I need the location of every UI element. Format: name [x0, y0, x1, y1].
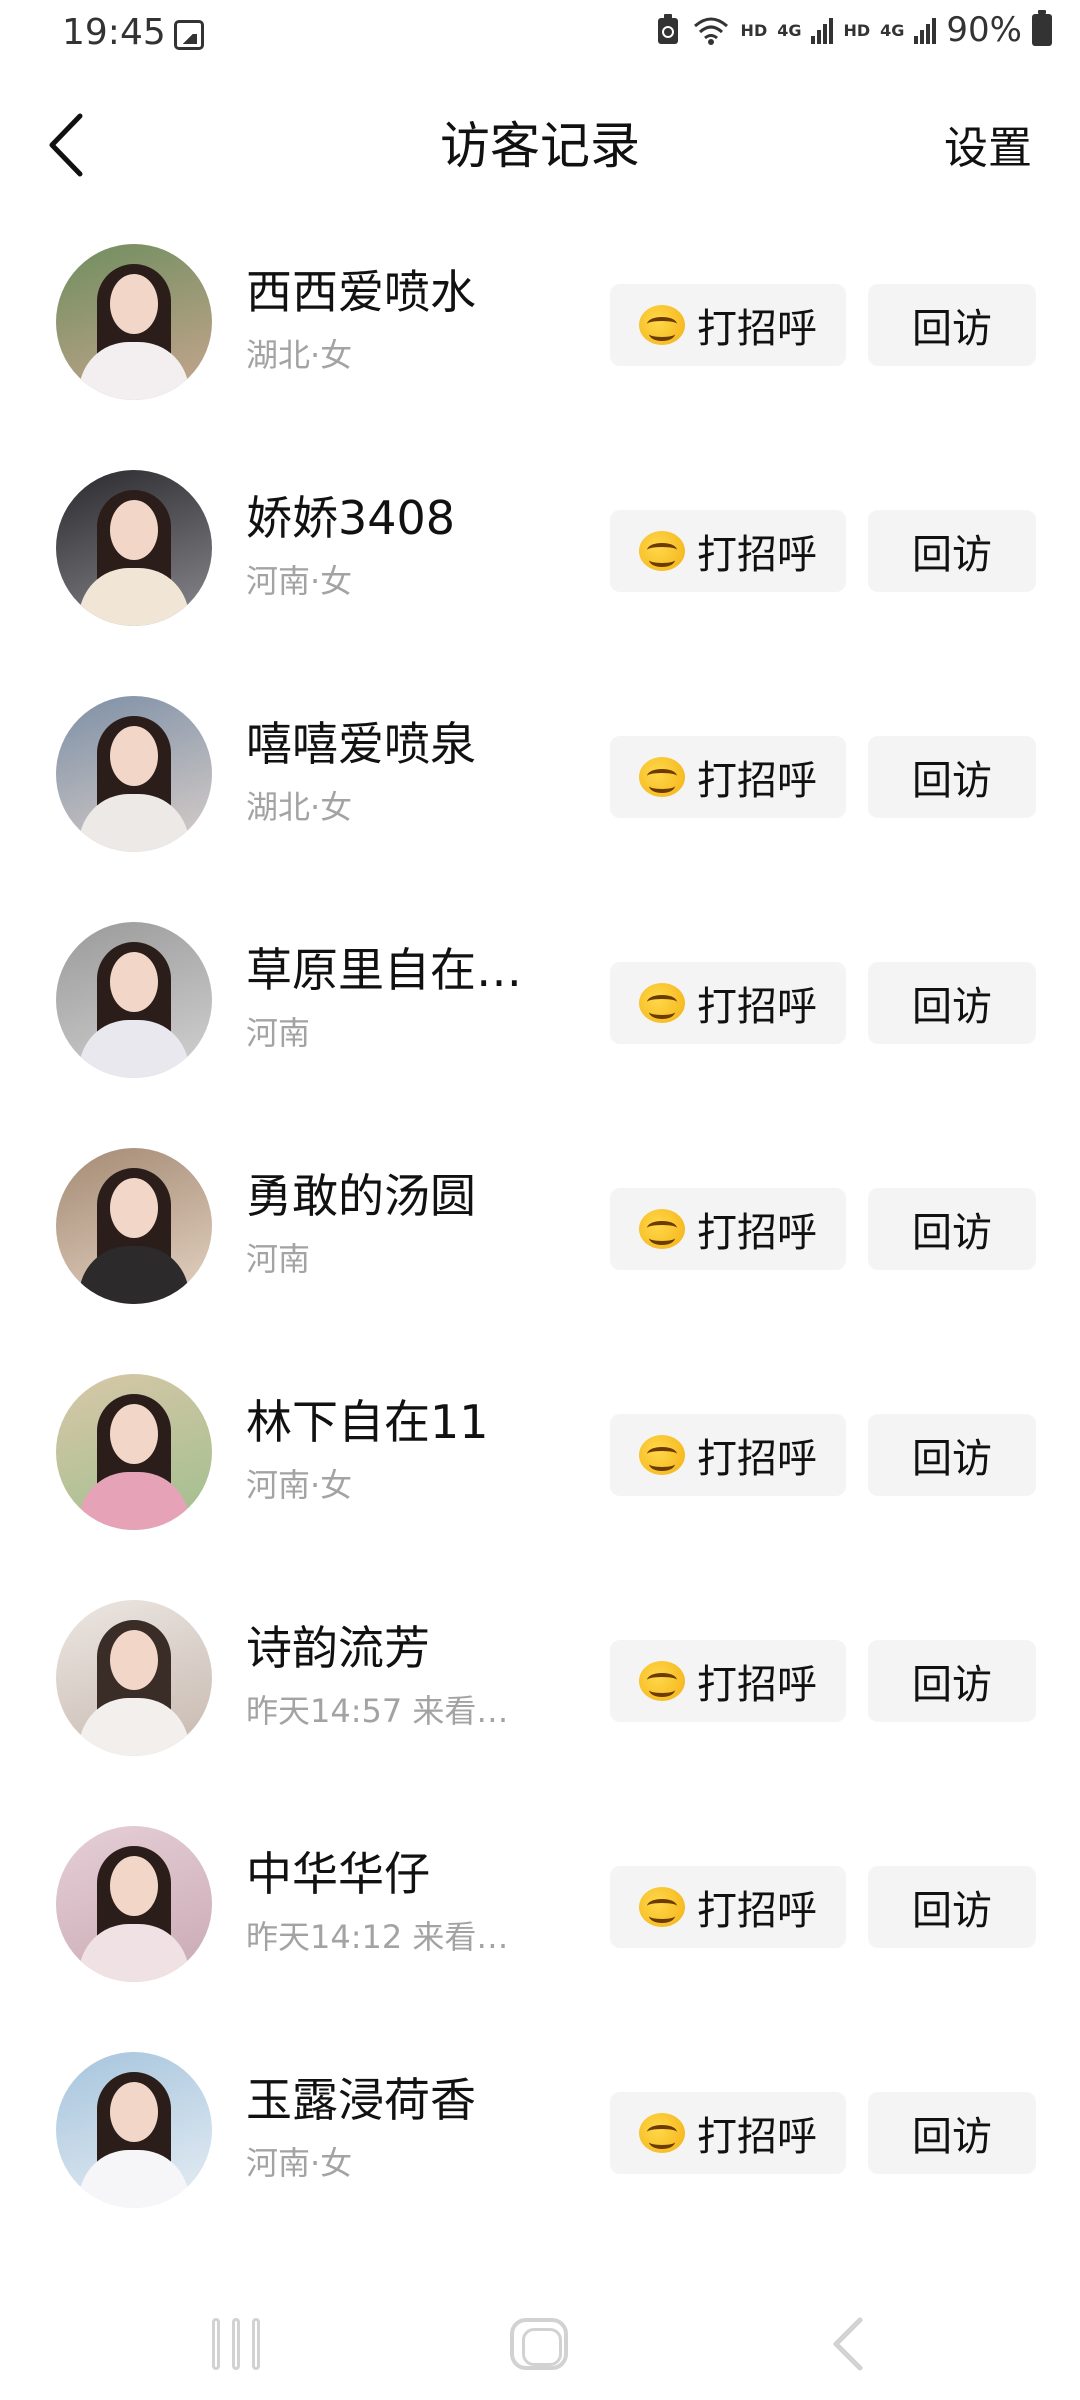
revisit-button[interactable]: 回访: [868, 510, 1036, 592]
visitor-name[interactable]: 嘻嘻爱喷泉: [246, 708, 476, 774]
greet-label: 打招呼: [697, 758, 817, 804]
smile-emoji-icon: [639, 1661, 685, 1701]
gallery-notification-icon: [174, 20, 204, 50]
visitor-row[interactable]: 诗韵流芳 昨天14:57 来看… 打招呼 回访: [0, 1574, 1080, 1800]
smile-emoji-icon: [639, 531, 685, 571]
status-icons: HD 4G HD 4G 90%: [655, 10, 1052, 50]
greet-button[interactable]: 打招呼: [610, 736, 846, 818]
signal-icon-1: [811, 16, 834, 44]
greet-label: 打招呼: [697, 1210, 817, 1256]
visitor-info: 河南: [246, 1240, 311, 1278]
revisit-button[interactable]: 回访: [868, 1866, 1036, 1948]
status-bar: 19:45 HD 4G HD 4G 90%: [0, 0, 1080, 70]
visitor-info: 昨天14:57 来看…: [246, 1692, 509, 1730]
greet-button[interactable]: 打招呼: [610, 2092, 846, 2174]
page-title: 访客记录: [440, 117, 640, 175]
avatar[interactable]: [56, 922, 212, 1078]
revisit-button[interactable]: 回访: [868, 2092, 1036, 2174]
visitor-name[interactable]: 西西爱喷水: [246, 256, 476, 322]
network-type-1: 4G: [777, 20, 802, 40]
signal-icon-2: [914, 16, 937, 44]
visitor-name[interactable]: 草原里自在…: [246, 934, 522, 1000]
visitor-name[interactable]: 中华华仔: [246, 1838, 430, 1904]
greet-button[interactable]: 打招呼: [610, 284, 846, 366]
visitor-row[interactable]: 勇敢的汤圆 河南 打招呼 回访: [0, 1122, 1080, 1348]
visitor-name[interactable]: 勇敢的汤圆: [246, 1160, 476, 1226]
greet-button[interactable]: 打招呼: [610, 1866, 846, 1948]
visitor-name[interactable]: 林下自在11: [246, 1386, 489, 1452]
visitor-info: 河南·女: [246, 562, 353, 600]
smile-emoji-icon: [639, 1435, 685, 1475]
revisit-button[interactable]: 回访: [868, 962, 1036, 1044]
greet-button[interactable]: 打招呼: [610, 510, 846, 592]
avatar[interactable]: [56, 1148, 212, 1304]
recent-apps-icon[interactable]: [212, 2318, 260, 2370]
visitor-info: 湖北·女: [246, 336, 353, 374]
smile-emoji-icon: [639, 983, 685, 1023]
visitor-name[interactable]: 玉露浸荷香: [246, 2064, 476, 2130]
visitor-row[interactable]: 嘻嘻爱喷泉 湖北·女 打招呼 回访: [0, 670, 1080, 896]
greet-button[interactable]: 打招呼: [610, 962, 846, 1044]
revisit-button[interactable]: 回访: [868, 1414, 1036, 1496]
visitor-name[interactable]: 娇娇3408: [246, 482, 455, 548]
visitor-row[interactable]: 林下自在11 河南·女 打招呼 回访: [0, 1348, 1080, 1574]
revisit-button[interactable]: 回访: [868, 1188, 1036, 1270]
visitor-row[interactable]: 草原里自在… 河南 打招呼 回访: [0, 896, 1080, 1122]
greet-button[interactable]: 打招呼: [610, 1414, 846, 1496]
battery-icon: [1032, 10, 1052, 46]
avatar[interactable]: [56, 1374, 212, 1530]
battery-percent: 90%: [946, 10, 1022, 50]
avatar[interactable]: [56, 696, 212, 852]
visitor-info: 河南·女: [246, 1466, 353, 1504]
visitor-row[interactable]: 玉露浸荷香 河南·女 打招呼 回访: [0, 2026, 1080, 2252]
visitor-row[interactable]: 娇娇3408 河南·女 打招呼 回访: [0, 444, 1080, 670]
avatar[interactable]: [56, 1600, 212, 1756]
smile-emoji-icon: [639, 1887, 685, 1927]
wifi-icon: [693, 17, 728, 45]
revisit-button[interactable]: 回访: [868, 1640, 1036, 1722]
greet-label: 打招呼: [697, 1888, 817, 1934]
greet-label: 打招呼: [697, 532, 817, 578]
avatar[interactable]: [56, 470, 212, 626]
nav-back-icon[interactable]: [820, 2312, 880, 2376]
revisit-button[interactable]: 回访: [868, 736, 1036, 818]
smile-emoji-icon: [639, 1209, 685, 1249]
hd-label-2: HD: [843, 20, 871, 40]
avatar[interactable]: [56, 2052, 212, 2208]
smile-emoji-icon: [639, 305, 685, 345]
smile-emoji-icon: [639, 757, 685, 797]
avatar[interactable]: [56, 1826, 212, 1982]
greet-label: 打招呼: [697, 1436, 817, 1482]
hd-label-1: HD: [740, 20, 768, 40]
greet-button[interactable]: 打招呼: [610, 1640, 846, 1722]
visitor-row[interactable]: 中华华仔 昨天14:12 来看… 打招呼 回访: [0, 1800, 1080, 2026]
avatar[interactable]: [56, 244, 212, 400]
visitor-info: 河南: [246, 1014, 311, 1052]
greet-label: 打招呼: [697, 2114, 817, 2160]
greet-button[interactable]: 打招呼: [610, 1188, 846, 1270]
visitor-name[interactable]: 诗韵流芳: [246, 1612, 430, 1678]
visitor-row[interactable]: 西西爱喷水 湖北·女 打招呼 回访: [0, 218, 1080, 444]
settings-button[interactable]: 设置: [944, 112, 1032, 176]
greet-label: 打招呼: [697, 306, 817, 352]
home-icon[interactable]: [510, 2318, 568, 2370]
visitor-list: 西西爱喷水 湖北·女 打招呼 回访 娇娇3408 河南·女 打招呼 回访 嘻嘻爱…: [0, 218, 1080, 2252]
visitor-info: 河南·女: [246, 2144, 353, 2182]
battery-saver-icon: [657, 14, 678, 44]
status-time: 19:45: [62, 12, 166, 53]
visitor-info: 昨天14:12 来看…: [246, 1918, 509, 1956]
revisit-button[interactable]: 回访: [868, 284, 1036, 366]
visitor-info: 湖北·女: [246, 788, 353, 826]
smile-emoji-icon: [639, 2113, 685, 2153]
system-nav-bar: [0, 2290, 1080, 2400]
header: 访客记录 设置: [0, 70, 1080, 210]
greet-label: 打招呼: [697, 1662, 817, 1708]
network-type-2: 4G: [880, 20, 905, 40]
greet-label: 打招呼: [697, 984, 817, 1030]
